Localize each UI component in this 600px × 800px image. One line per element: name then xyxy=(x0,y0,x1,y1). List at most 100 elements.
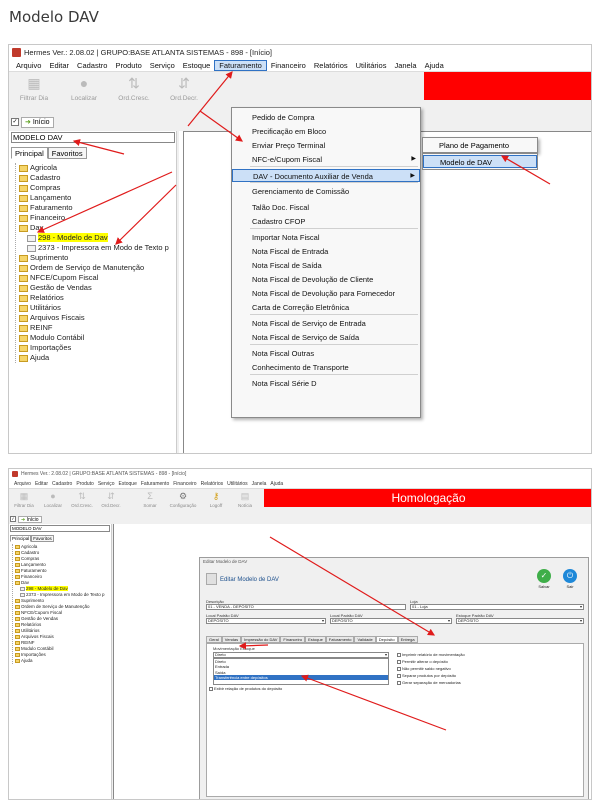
tab-vendas[interactable]: Vendas xyxy=(221,636,242,643)
menu-item-carta-correcao[interactable]: Carta de Correção Eletrônica xyxy=(232,301,420,314)
menu-item-nf-outras[interactable]: Nota Fiscal Outras xyxy=(232,347,420,360)
tree-item[interactable]: Ajuda xyxy=(13,658,110,664)
menu-estoque[interactable]: Estoque xyxy=(179,61,215,70)
menu-item-nf-serie-d[interactable]: Nota Fiscal Série D xyxy=(232,377,420,390)
localizar-button[interactable]: ● Localizar xyxy=(39,490,67,508)
tree-item[interactable]: Modulo Contábil xyxy=(16,333,175,343)
tree-item[interactable]: Utilitários xyxy=(16,303,175,313)
menu-faturamento[interactable]: Faturamento xyxy=(139,481,171,487)
tab-estoque[interactable]: Estoque xyxy=(305,636,326,643)
menu-item-gerenciamento-comissao[interactable]: Gerenciamento de Comissão xyxy=(232,185,420,198)
menu-search-input[interactable]: MODELO DAV xyxy=(11,132,175,143)
estoque-select[interactable]: DEPÓSITO ▾ xyxy=(456,618,584,624)
tab-favoritos[interactable]: Favoritos xyxy=(31,535,54,542)
local-saida-select[interactable]: DEPÓSITO ▾ xyxy=(206,618,326,624)
tree-item[interactable]: Compras xyxy=(16,183,175,193)
tab-principal[interactable]: Principal xyxy=(10,535,32,542)
tree-item[interactable]: 298 - Modelo de Dav xyxy=(16,233,175,243)
tree-item[interactable]: Faturamento xyxy=(16,203,175,213)
menu-utilitarios[interactable]: Utilitários xyxy=(225,481,250,487)
menu-financeiro[interactable]: Financeiro xyxy=(171,481,198,487)
tree-item[interactable]: Ajuda xyxy=(16,353,175,363)
menu-servico[interactable]: Serviço xyxy=(96,481,117,487)
tree-item[interactable]: Ordem de Serviço de Manutenção xyxy=(16,263,175,273)
submenu-modelo-dav[interactable]: Modelo de DAV xyxy=(423,155,537,168)
tree-item[interactable]: Lançamento xyxy=(16,193,175,203)
nav-checkbox[interactable]: ✓ xyxy=(10,516,16,522)
menu-editar[interactable]: Editar xyxy=(45,61,73,70)
menu-ajuda[interactable]: Ajuda xyxy=(421,61,448,70)
nav-checkbox[interactable]: ✓ xyxy=(11,118,19,126)
option-checkbox-3[interactable]: Não permitir saldo negativo xyxy=(397,666,451,671)
menu-faturamento[interactable]: Faturamento xyxy=(214,59,267,71)
localizar-button[interactable]: ● Localizar xyxy=(61,74,107,102)
tree-item[interactable]: Gestão de Vendas xyxy=(16,283,175,293)
tab-financeiro[interactable]: Financeiro xyxy=(280,636,306,643)
tab-favoritos[interactable]: Favoritos xyxy=(47,147,87,159)
loja-select[interactable]: 01 - Loja ▾ xyxy=(410,604,584,610)
menu-item-pedido-compra[interactable]: Pedido de Compra xyxy=(232,111,420,124)
tab-inicio[interactable]: ➜ Início xyxy=(21,117,54,128)
menu-item-nfce-cupom-fiscal[interactable]: NFC-e/Cupom Fiscal ▶ xyxy=(232,153,420,166)
menu-item-dav-documento-auxiliar[interactable]: DAV - Documento Auxiliar de Venda ▶ xyxy=(232,169,420,182)
menu-janela[interactable]: Janela xyxy=(390,61,420,70)
menu-financeiro[interactable]: Financeiro xyxy=(267,61,310,70)
menu-item-nf-devolucao-cliente[interactable]: Nota Fiscal de Devolução de Cliente xyxy=(232,273,420,286)
ord-cresc-button[interactable]: ⇅ Ord.Cresc. xyxy=(111,74,157,102)
menu-produto[interactable]: Produto xyxy=(74,481,96,487)
option-transferencia[interactable]: Transferência entre depósitos xyxy=(214,674,388,681)
menu-arquivo[interactable]: Arquivo xyxy=(12,481,33,487)
tab-entrega[interactable]: Entrega xyxy=(397,636,418,643)
menu-item-conhecimento-transporte[interactable]: Conhecimento de Transporte xyxy=(232,361,420,374)
menu-relatorios[interactable]: Relatórios xyxy=(310,61,352,70)
ord-cresc-button[interactable]: ⇅ Ord.Cresc. xyxy=(68,490,96,508)
tree-item[interactable]: NFCE/Cupom Fiscal xyxy=(16,273,175,283)
local-dav-select[interactable]: DEPÓSITO ▾ xyxy=(330,618,452,624)
menu-item-talao-doc-fiscal[interactable]: Talão Doc. Fiscal xyxy=(232,201,420,214)
tab-faturamento[interactable]: Faturamento xyxy=(325,636,355,643)
tree-item[interactable]: 2373 - Impressora em Modo de Texto p xyxy=(16,243,175,253)
menu-item-enviar-preco-terminal[interactable]: Enviar Preço Terminal xyxy=(232,139,420,152)
menu-arquivo[interactable]: Arquivo xyxy=(12,61,45,70)
menu-produto[interactable]: Produto xyxy=(111,61,145,70)
tree-item[interactable]: Suprimento xyxy=(16,253,175,263)
logoff-button[interactable]: ⚷ Logoff xyxy=(202,490,230,508)
option-checkbox-1[interactable]: Imprimir relatório de movimentação xyxy=(397,652,465,657)
menu-servico[interactable]: Serviço xyxy=(146,61,179,70)
noticia-button[interactable]: ▤ Notícia xyxy=(231,490,259,508)
menu-cadastro[interactable]: Cadastro xyxy=(73,61,111,70)
tree-item[interactable]: Importações xyxy=(16,343,175,353)
filtrar-dia-button[interactable]: ▦ Filtrar Dia xyxy=(10,490,38,508)
configuracao-button[interactable]: ⚙ Configuração xyxy=(169,490,197,508)
menu-item-precificacao-bloco[interactable]: Precificação em Bloco xyxy=(232,125,420,138)
submenu-plano-pagamento[interactable]: Plano de Pagamento xyxy=(423,139,537,152)
ord-decr-button[interactable]: ⇵ Ord.Decr. xyxy=(161,74,207,102)
somar-button[interactable]: Σ Somar xyxy=(136,490,164,508)
tree-item[interactable]: Agricola xyxy=(16,163,175,173)
tree-item[interactable]: Financeiro xyxy=(16,213,175,223)
menu-janela[interactable]: Janela xyxy=(250,481,269,487)
menu-item-cadastro-cfop[interactable]: Cadastro CFOP xyxy=(232,215,420,228)
menu-relatorios[interactable]: Relatórios xyxy=(199,481,226,487)
tree-item[interactable]: Relatórios xyxy=(16,293,175,303)
menu-editar[interactable]: Editar xyxy=(33,481,50,487)
tree-item[interactable]: REINF xyxy=(16,323,175,333)
menu-item-nfs-entrada[interactable]: Nota Fiscal de Serviço de Entrada xyxy=(232,317,420,330)
tab-deposito[interactable]: Depósito xyxy=(375,636,398,643)
exit-button[interactable]: ⏻ Sair xyxy=(560,569,580,589)
menu-utilitarios[interactable]: Utilitários xyxy=(352,61,391,70)
filtrar-dia-button[interactable]: ▦ Filtrar Dia xyxy=(11,74,57,102)
option-checkbox-2[interactable]: Permitir alterar o depósito xyxy=(397,659,448,664)
menu-item-nf-saida[interactable]: Nota Fiscal de Saída xyxy=(232,259,420,272)
menu-item-nf-devolucao-fornecedor[interactable]: Nota Fiscal de Devolução para Fornecedor xyxy=(232,287,420,300)
option-checkbox-5[interactable]: Gerar separação de mercadorias xyxy=(397,680,461,685)
menu-cadastro[interactable]: Cadastro xyxy=(50,481,74,487)
menu-search-input[interactable]: MODELO DAV xyxy=(10,525,110,532)
tree-item[interactable]: Arquivos Fiscais xyxy=(16,313,175,323)
exibir-relacao-checkbox[interactable]: Exibir relação de produtos do depósito xyxy=(209,686,282,691)
option-checkbox-4[interactable]: Separar produtos por depósito xyxy=(397,673,456,678)
menu-item-importar-nota-fiscal[interactable]: Importar Nota Fiscal xyxy=(232,231,420,244)
tab-impressao-dav[interactable]: Impressão do DAV xyxy=(241,636,281,643)
tree-item[interactable]: Dav xyxy=(16,223,175,233)
tree-item[interactable]: Cadastro xyxy=(16,173,175,183)
